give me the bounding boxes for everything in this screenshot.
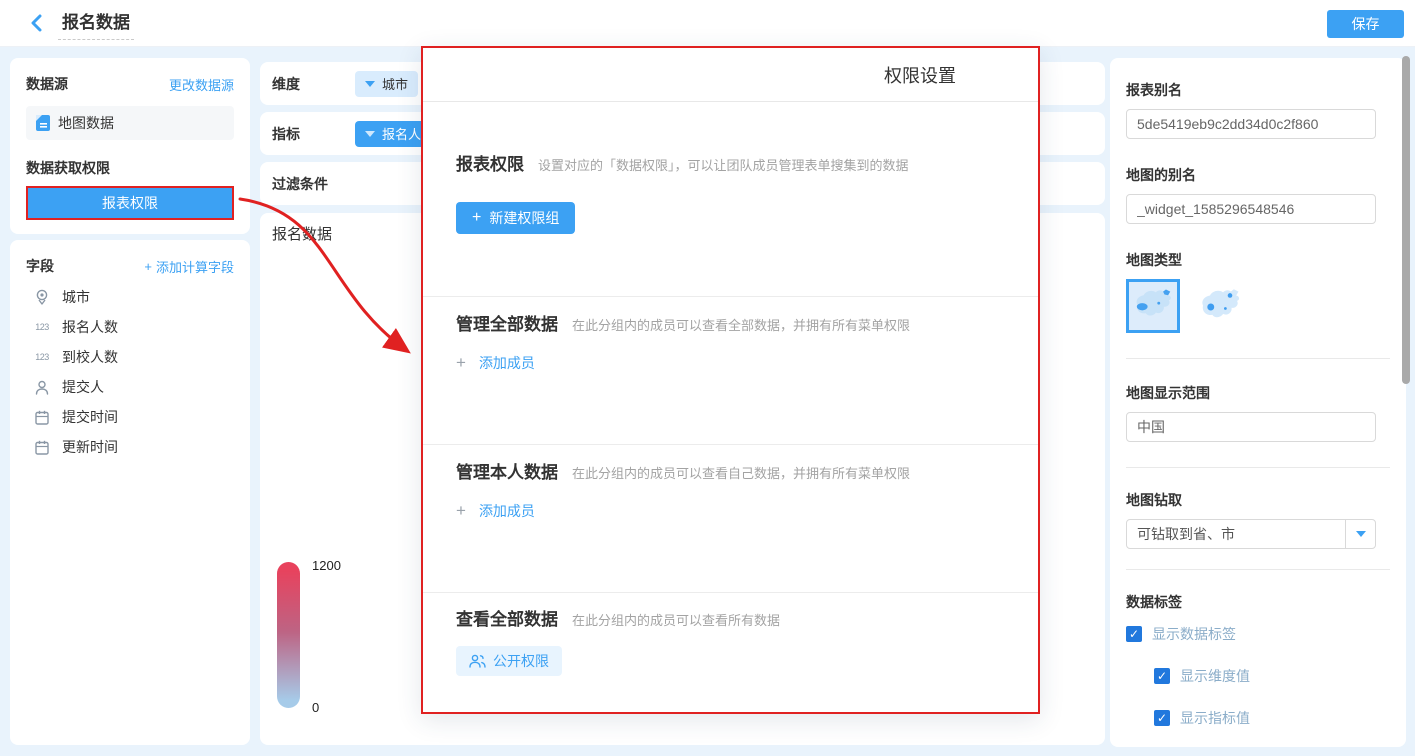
map-type-label: 地图类型 [1126,250,1390,270]
metric-label: 指标 [272,124,355,144]
datasource-item[interactable]: 地图数据 [26,106,234,140]
group-icon [469,654,486,668]
field-item-signup-count[interactable]: 123 报名人数 [26,318,234,336]
map-type-filled-option[interactable] [1126,279,1180,333]
chevron-down-icon [365,131,375,137]
map-alias-input[interactable] [1126,194,1376,224]
map-drill-label: 地图钻取 [1126,490,1390,510]
user-icon [32,380,52,395]
plus-icon: + [472,209,481,227]
dimension-label: 维度 [272,74,355,94]
back-chevron-icon [30,14,42,32]
datasource-name: 地图数据 [58,113,114,133]
location-icon [32,289,52,305]
map-type-bubble-option[interactable] [1194,281,1246,333]
filter-label: 过滤条件 [272,174,355,194]
dimension-tag-city[interactable]: 城市 [355,71,418,97]
add-member-link[interactable]: + 添加成员 [456,501,535,521]
fields-panel: 字段 + 添加计算字段 城市 123 报名人数 123 到校人数 提交人 提交时… [10,240,250,745]
modal-header: 权限设置 [423,48,1038,102]
datasource-panel: 数据源 更改数据源 地图数据 数据获取权限 报表权限 [10,58,250,234]
section-desc: 在此分组内的成员可以查看全部数据，并拥有所有菜单权限 [572,315,910,334]
checkbox-row-metric-value: ✓ 显示指标值 [1154,708,1390,728]
checkbox-checked[interactable]: ✓ [1154,710,1170,726]
calendar-icon [32,440,52,455]
save-button[interactable]: 保存 [1327,10,1404,38]
select-dropdown-button[interactable] [1345,520,1375,548]
section-report-permission: 报表权限 设置对应的「数据权限」，可以让团队成员管理表单搜集到的数据 + 新建权… [423,102,1038,296]
field-item-arrival-count[interactable]: 123 到校人数 [26,348,234,366]
number-icon: 123 [32,322,52,332]
data-label-title: 数据标签 [1126,592,1390,612]
field-item-update-time[interactable]: 更新时间 [26,438,234,456]
section-desc: 设置对应的「数据权限」，可以让团队成员管理表单搜集到的数据 [538,155,909,174]
checkbox-checked[interactable]: ✓ [1126,626,1142,642]
report-permission-button[interactable]: 报表权限 [26,186,234,220]
top-bar: 报名数据 保存 [0,0,1415,47]
data-access-title: 数据获取权限 [26,158,234,178]
map-range-input[interactable] [1126,412,1376,442]
report-alias-input[interactable] [1126,109,1376,139]
checkbox-row-data-label: ✓ 显示数据标签 [1126,624,1390,644]
change-datasource-link[interactable]: 更改数据源 [169,75,234,94]
new-permission-group-button[interactable]: + 新建权限组 [456,202,575,234]
calendar-icon [32,410,52,425]
checkbox-checked[interactable]: ✓ [1154,668,1170,684]
legend-max-value: 1200 [312,558,341,573]
plus-icon: + [456,501,466,521]
chevron-down-icon [1356,531,1366,537]
map-drill-select[interactable]: 可钻取到省、市 [1126,519,1376,549]
datasource-title: 数据源 [26,74,68,94]
settings-panel: 报表别名 地图的别名 地图类型 地图显示范围 地图钻取 可钻取到省、市 [1110,58,1406,747]
plus-icon: + [144,259,152,274]
china-map-filled-icon [1130,287,1176,325]
field-item-submitter[interactable]: 提交人 [26,378,234,396]
vertical-scrollbar[interactable] [1402,56,1410,384]
add-member-link[interactable]: + 添加成员 [456,353,535,373]
report-alias-label: 报表别名 [1126,80,1390,100]
file-icon [36,115,50,131]
map-range-label: 地图显示范围 [1126,383,1390,403]
legend-min-value: 0 [312,700,319,715]
section-title: 管理全部数据 [456,310,558,335]
china-map-bubble-icon [1195,287,1245,327]
field-item-city[interactable]: 城市 [26,288,234,306]
plus-icon: + [456,353,466,373]
color-legend-bar [277,562,300,708]
section-title: 报表权限 [456,150,524,175]
page-title: 报名数据 [58,6,134,40]
add-calc-field-link[interactable]: + 添加计算字段 [144,257,234,276]
section-manage-all-data: 管理全部数据 在此分组内的成员可以查看全部数据，并拥有所有菜单权限 + 添加成员 [423,296,1038,444]
divider [1126,467,1390,468]
modal-title: 权限设置 [884,62,956,88]
chevron-down-icon [365,81,375,87]
divider [1126,358,1390,359]
fields-title: 字段 [26,256,54,276]
section-desc: 在此分组内的成员可以查看所有数据 [572,610,780,629]
section-title: 管理本人数据 [456,458,558,483]
public-permission-button[interactable]: 公开权限 [456,646,562,676]
number-icon: 123 [32,352,52,362]
section-manage-own-data: 管理本人数据 在此分组内的成员可以查看自己数据，并拥有所有菜单权限 + 添加成员 [423,444,1038,592]
permission-settings-modal: 权限设置 报表权限 设置对应的「数据权限」，可以让团队成员管理表单搜集到的数据 … [421,46,1040,714]
field-item-submit-time[interactable]: 提交时间 [26,408,234,426]
section-desc: 在此分组内的成员可以查看自己数据，并拥有所有菜单权限 [572,463,910,482]
checkbox-row-dimension-value: ✓ 显示维度值 [1154,666,1390,686]
back-button[interactable] [26,13,46,33]
section-view-all-data: 查看全部数据 在此分组内的成员可以查看所有数据 公开权限 [423,592,1038,676]
map-alias-label: 地图的别名 [1126,165,1390,185]
divider [1126,569,1390,570]
section-title: 查看全部数据 [456,605,558,630]
